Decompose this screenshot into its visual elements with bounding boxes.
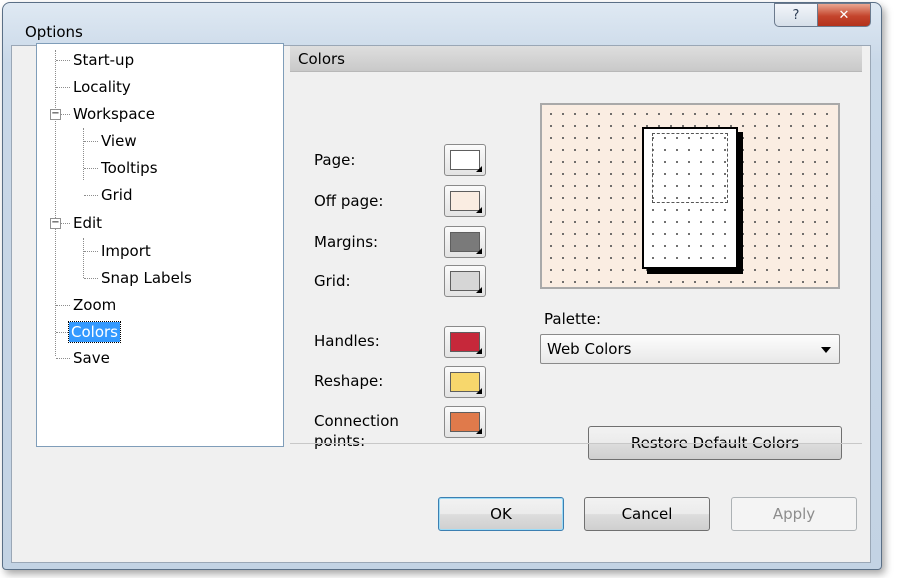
cancel-button[interactable]: Cancel xyxy=(584,497,710,531)
dropdown-corner-icon xyxy=(476,428,482,434)
tree-connector xyxy=(84,278,98,279)
tree-connector xyxy=(84,251,98,252)
tree-item-grid[interactable]: Grid xyxy=(99,183,134,207)
off-page-color-button[interactable] xyxy=(444,185,486,217)
dropdown-corner-icon xyxy=(476,287,482,293)
tree-connector xyxy=(56,305,70,306)
tree-connector xyxy=(84,195,98,196)
tree-connector xyxy=(84,168,98,169)
tree-connector xyxy=(61,114,70,115)
tree-connector xyxy=(84,141,98,142)
tree-item-snap-labels[interactable]: Snap Labels xyxy=(99,266,194,290)
tree-item-label: View xyxy=(101,132,137,150)
color-preview xyxy=(540,103,840,289)
tree-connector xyxy=(55,50,56,356)
tree-item-tooltips[interactable]: Tooltips xyxy=(99,156,160,180)
palette-value: Web Colors xyxy=(547,340,632,358)
page-color-label: Page: xyxy=(314,151,356,169)
tree-item-zoom[interactable]: Zoom xyxy=(71,293,118,317)
dropdown-corner-icon xyxy=(476,388,482,394)
dropdown-corner-icon xyxy=(476,248,482,254)
question-mark-icon: ? xyxy=(792,7,800,23)
handles-color-label: Handles: xyxy=(314,332,380,350)
handles-color-button[interactable] xyxy=(444,326,486,358)
off-page-color-label: Off page: xyxy=(314,192,384,210)
tree-item-save[interactable]: Save xyxy=(71,346,112,370)
tree-item-colors[interactable]: Colors xyxy=(68,320,121,344)
tree-item-label: Snap Labels xyxy=(101,269,192,287)
grid-color-button[interactable] xyxy=(444,265,486,297)
tree-item-label: Workspace xyxy=(73,105,155,123)
page-color-button[interactable] xyxy=(444,144,486,176)
tree-item-label: Locality xyxy=(73,78,131,96)
collapse-workspace-icon[interactable]: − xyxy=(50,109,61,120)
apply-button[interactable]: Apply xyxy=(731,497,857,531)
chevron-down-icon xyxy=(821,347,831,353)
connection-points-color-label: Connection points: xyxy=(314,412,399,450)
palette-dropdown[interactable]: Web Colors xyxy=(540,334,840,364)
tree-connector xyxy=(83,128,84,180)
palette-label: Palette: xyxy=(544,310,602,328)
margins-color-button[interactable] xyxy=(444,226,486,258)
tree-item-view[interactable]: View xyxy=(99,129,139,153)
help-button[interactable]: ? xyxy=(774,3,817,27)
ok-button[interactable]: OK xyxy=(438,497,564,531)
dropdown-corner-icon xyxy=(476,207,482,213)
titlebar-buttons: ? ✕ xyxy=(774,3,871,27)
tree-item-edit[interactable]: Edit xyxy=(71,211,104,235)
tree-connector xyxy=(61,223,70,224)
tree-item-label: Import xyxy=(101,242,151,260)
tree-item-workspace[interactable]: Workspace xyxy=(71,102,157,126)
reshape-color-button[interactable] xyxy=(444,366,486,398)
tree-item-label: Zoom xyxy=(73,296,117,314)
tree-item-start-up[interactable]: Start-up xyxy=(71,48,136,72)
tree-connector xyxy=(56,60,70,61)
tree-connector xyxy=(56,87,70,88)
collapse-edit-icon[interactable]: − xyxy=(50,218,61,229)
tree-connector xyxy=(56,358,70,359)
tree-item-label: Colors xyxy=(68,321,121,343)
tree-item-locality[interactable]: Locality xyxy=(71,75,133,99)
tree-item-import[interactable]: Import xyxy=(99,239,153,263)
tree-item-label: Tooltips xyxy=(101,159,158,177)
connection-points-color-button[interactable] xyxy=(444,406,486,438)
tree-item-label: Grid xyxy=(101,186,133,204)
close-x-icon: ✕ xyxy=(838,7,850,23)
tree-connector xyxy=(83,238,84,278)
grid-color-label: Grid: xyxy=(314,272,351,290)
reshape-color-label: Reshape: xyxy=(314,372,384,390)
preview-margin xyxy=(652,133,728,203)
preview-page xyxy=(642,127,738,269)
tree-item-label: Edit xyxy=(73,214,103,232)
tree-item-label: Save xyxy=(73,349,110,367)
options-tree[interactable]: − − Start-up Locality Workspace View Too… xyxy=(36,43,284,447)
close-button[interactable]: ✕ xyxy=(817,3,871,27)
dropdown-corner-icon xyxy=(476,348,482,354)
tree-item-label: Start-up xyxy=(73,51,135,69)
tree-connector xyxy=(56,332,70,333)
dropdown-corner-icon xyxy=(476,166,482,172)
margins-color-label: Margins: xyxy=(314,233,379,251)
separator xyxy=(290,443,862,444)
window-title: Options xyxy=(25,23,83,41)
section-header: Colors xyxy=(290,46,862,72)
